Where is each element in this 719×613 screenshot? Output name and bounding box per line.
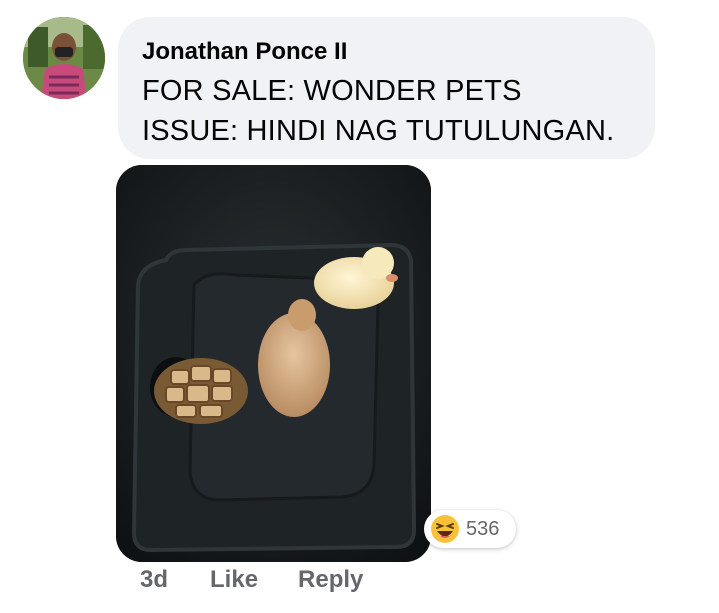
comment-text-line-2: ISSUE: HINDI NAG TUTULUNGAN. [142,115,615,147]
comment-photo[interactable] [116,165,431,562]
pets-photo [116,165,431,562]
comment-bubble: Jonathan Ponce II FOR SALE: WONDER PETS … [118,17,655,159]
laughing-emoji-icon [431,515,459,543]
reply-button[interactable]: Reply [298,566,363,594]
like-button[interactable]: Like [210,566,258,594]
reaction-summary[interactable]: 536 [424,510,516,548]
avatar-image [23,17,105,99]
avatar[interactable] [23,17,105,99]
comment-text-line-1: FOR SALE: WONDER PETS [142,75,522,107]
comment-actions: 3d Like Reply [140,566,363,594]
comment-timestamp[interactable]: 3d [140,566,168,594]
comment-author[interactable]: Jonathan Ponce II [142,37,631,67]
reaction-count: 536 [466,517,500,540]
